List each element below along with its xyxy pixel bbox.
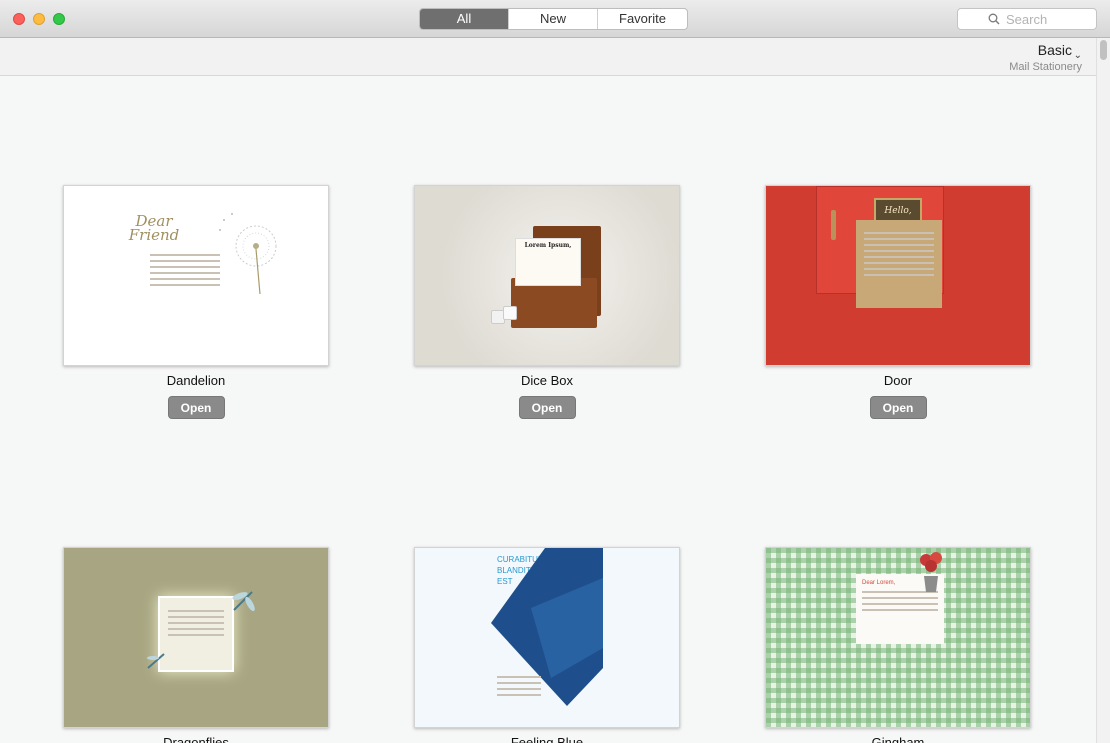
title-bar: All New Favorite Search	[0, 0, 1110, 38]
dragonfly-illustration	[232, 591, 255, 612]
mountain-illustration	[491, 548, 603, 706]
filter-segmented-control: All New Favorite	[419, 8, 688, 30]
scrollbar[interactable]	[1096, 38, 1110, 743]
search-icon	[988, 13, 1000, 25]
dice-box-note: Lorem Ipsum,	[515, 238, 581, 286]
stationery-grid: Dear Friend Dandelion Open Lorem Ipsum,	[0, 76, 1096, 743]
tab-favorite[interactable]: Favorite	[598, 9, 687, 29]
card-title: Feeling Blue	[510, 735, 584, 743]
tab-new[interactable]: New	[509, 9, 598, 29]
stationery-card-dandelion: Dear Friend Dandelion Open	[63, 185, 329, 419]
door-preview[interactable]: Hello,	[765, 185, 1031, 366]
preview-title: Lorem Ipsum,	[524, 242, 572, 249]
dice-box-preview[interactable]: Lorem Ipsum,	[414, 185, 680, 366]
chevron-down-icon: ⌄	[1073, 50, 1082, 61]
card-title: Dragonflies	[163, 735, 229, 743]
dandelion-preview[interactable]: Dear Friend	[63, 185, 329, 366]
open-button[interactable]: Open	[518, 396, 576, 419]
card-title: Door	[883, 373, 913, 388]
stationery-card-gingham: Dear Lorem, Gingham	[765, 547, 1031, 743]
door-note	[856, 220, 942, 308]
search-field[interactable]: Search	[957, 8, 1097, 30]
flower-pot-illustration	[920, 552, 942, 592]
scrollbar-thumb[interactable]	[1100, 40, 1107, 60]
tab-all[interactable]: All	[420, 9, 509, 29]
preview-title: Dear Lorem,	[862, 580, 896, 586]
category-name: Basic	[1037, 42, 1072, 58]
preview-title: Dear Friend	[128, 212, 180, 244]
search-placeholder: Search	[1006, 12, 1048, 27]
stationery-card-feeling-blue: CURABITUR BLANDIT EST Feeling Blue	[414, 547, 680, 743]
category-bar: Basic ⌄ Mail Stationery	[0, 38, 1096, 76]
category-subtitle: Mail Stationery	[1009, 61, 1082, 73]
stationery-card-dice-box: Lorem Ipsum, Dice Box Open	[414, 185, 680, 419]
dragonflies-preview[interactable]	[63, 547, 329, 728]
dragonfly-illustration	[147, 653, 165, 669]
zoom-window-button[interactable]	[53, 13, 65, 25]
feeling-blue-preview[interactable]: CURABITUR BLANDIT EST	[414, 547, 680, 728]
category-selector[interactable]: Basic ⌄ Mail Stationery	[1009, 42, 1082, 73]
card-title: Gingham	[871, 735, 925, 743]
gingham-preview[interactable]: Dear Lorem,	[765, 547, 1031, 728]
preview-text-lines	[150, 250, 220, 290]
dandelion-illustration	[219, 213, 277, 295]
minimize-window-button[interactable]	[33, 13, 45, 25]
stationery-card-dragonflies: Dragonflies	[63, 547, 329, 743]
stationery-card-door: Hello, Door Open	[765, 185, 1031, 419]
door-handle	[831, 210, 836, 240]
preview-text-lines	[497, 672, 541, 700]
card-title: Dandelion	[166, 373, 226, 388]
close-window-button[interactable]	[13, 13, 25, 25]
open-button[interactable]: Open	[869, 396, 927, 419]
die	[503, 306, 517, 320]
open-button[interactable]: Open	[167, 396, 225, 419]
card-title: Dice Box	[520, 373, 574, 388]
dragonflies-note	[158, 596, 234, 672]
